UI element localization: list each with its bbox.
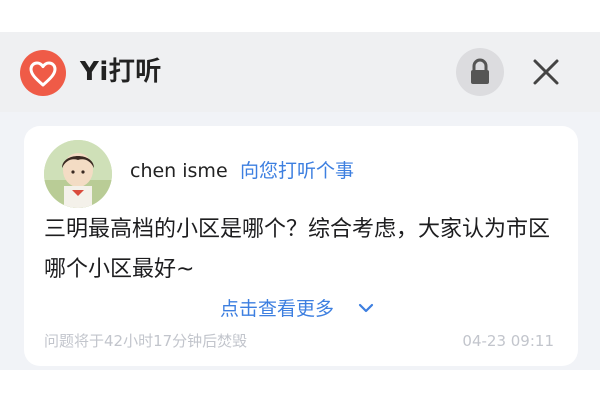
app-window: Yi打听 chen isme 向您打听个事 三明最高档的小区是哪个？综合考虑，大… <box>0 32 600 370</box>
username[interactable]: chen isme <box>130 158 228 184</box>
avatar[interactable] <box>44 140 112 208</box>
ask-link[interactable]: 向您打听个事 <box>240 158 354 184</box>
app-logo <box>20 50 66 96</box>
heart-icon <box>29 61 57 87</box>
title-bar: Yi打听 <box>0 32 600 112</box>
chevron-down-icon[interactable] <box>358 302 374 314</box>
question-card: chen isme 向您打听个事 三明最高档的小区是哪个？综合考虑，大家认为市区… <box>24 126 578 366</box>
close-button[interactable] <box>522 48 570 96</box>
app-title: Yi打听 <box>80 57 162 87</box>
timestamp: 04-23 09:11 <box>462 332 554 350</box>
avatar-image <box>44 140 112 208</box>
lock-icon <box>471 58 489 84</box>
close-icon <box>533 59 559 85</box>
expiry-notice: 问题将于42小时17分钟后焚毁 <box>44 332 248 350</box>
expand-button[interactable]: 点击查看更多 <box>220 294 334 324</box>
lock-button[interactable] <box>456 48 504 96</box>
question-text: 三明最高档的小区是哪个？综合考虑，大家认为市区哪个小区最好~ <box>44 217 551 282</box>
